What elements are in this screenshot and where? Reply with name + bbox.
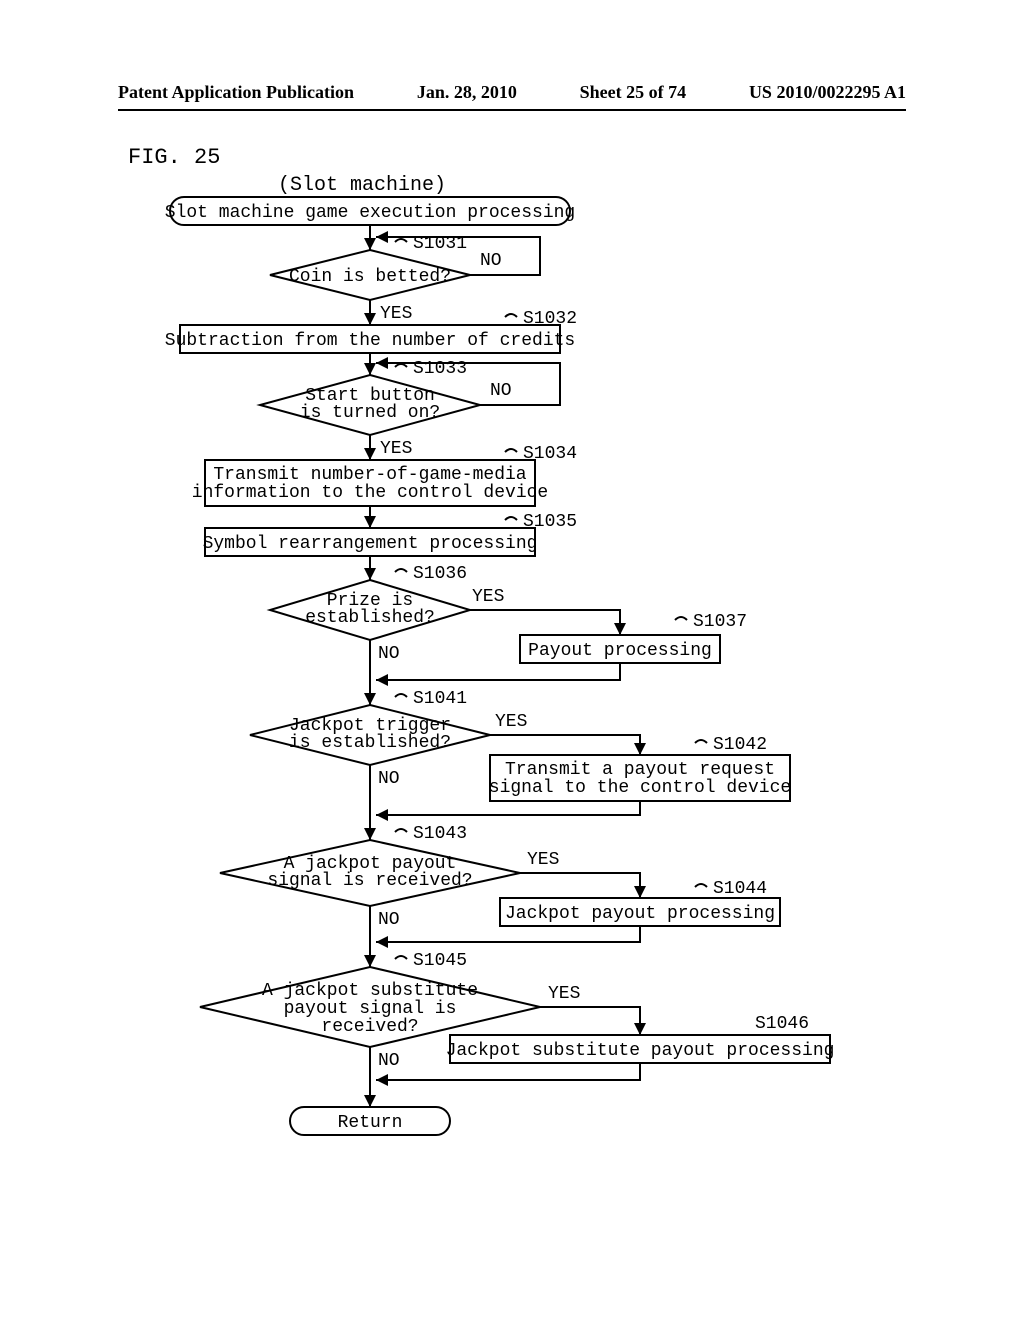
s1044-text: Jackpot payout processing: [505, 904, 775, 924]
figure-label: FIG. 25: [128, 145, 220, 170]
s1037-label: S1037: [693, 612, 747, 632]
start-node: Slot machine game execution processing: [165, 203, 575, 223]
context-label: (Slot machine): [278, 174, 446, 197]
s1045-text3: received?: [321, 1017, 418, 1037]
s1037-text: Payout processing: [528, 641, 712, 661]
header-sheet: Sheet 25 of 74: [580, 82, 687, 103]
s1036-label: S1036: [413, 564, 467, 584]
s1031-yes: YES: [380, 304, 412, 324]
s1045-label: S1045: [413, 951, 467, 971]
s1045-no: NO: [378, 1051, 400, 1071]
s1045-text2: payout signal is: [284, 999, 457, 1019]
s1042-label: S1042: [713, 735, 767, 755]
s1032-label: S1032: [523, 309, 577, 329]
s1043-yes: YES: [527, 850, 559, 870]
s1042-text1: Transmit a payout request: [505, 760, 775, 780]
s1043-no: NO: [378, 910, 400, 930]
header-pubno: US 2010/0022295 A1: [749, 82, 906, 103]
page-header: Patent Application Publication Jan. 28, …: [118, 82, 906, 111]
s1036-text2: established?: [305, 608, 435, 628]
s1034-label: S1034: [523, 444, 577, 464]
s1041-label: S1041: [413, 689, 467, 709]
s1034-text2: information to the control device: [192, 483, 548, 503]
s1045-yes: YES: [548, 984, 580, 1004]
flowchart: Slot machine game execution processing C…: [120, 195, 920, 1205]
s1033-yes: YES: [380, 439, 412, 459]
s1031-no: NO: [480, 251, 502, 271]
s1032-text: Subtraction from the number of credits: [165, 331, 575, 351]
s1043-label: S1043: [413, 824, 467, 844]
s1036-yes: YES: [472, 587, 504, 607]
header-publication: Patent Application Publication: [118, 82, 354, 103]
s1033-no: NO: [490, 381, 512, 401]
header-date: Jan. 28, 2010: [417, 82, 517, 103]
s1045-text1: A jackpot substitute: [262, 981, 478, 1001]
s1033-text2: is turned on?: [300, 403, 440, 423]
s1042-text2: signal to the control device: [489, 778, 791, 798]
s1043-text2: signal is received?: [267, 871, 472, 891]
s1035-text: Symbol rearrangement processing: [203, 534, 538, 554]
s1044-label: S1044: [713, 879, 767, 899]
s1034-text1: Transmit number-of-game-media: [213, 465, 526, 485]
s1041-yes: YES: [495, 712, 527, 732]
s1031-text: Coin is betted?: [289, 267, 451, 287]
s1036-no: NO: [378, 644, 400, 664]
s1041-text2: is established?: [289, 733, 451, 753]
s1046-text: Jackpot substitute payout processing: [446, 1041, 835, 1061]
s1041-no: NO: [378, 769, 400, 789]
s1035-label: S1035: [523, 512, 577, 532]
return-node: Return: [338, 1113, 403, 1133]
s1046-label: S1046: [755, 1014, 809, 1034]
